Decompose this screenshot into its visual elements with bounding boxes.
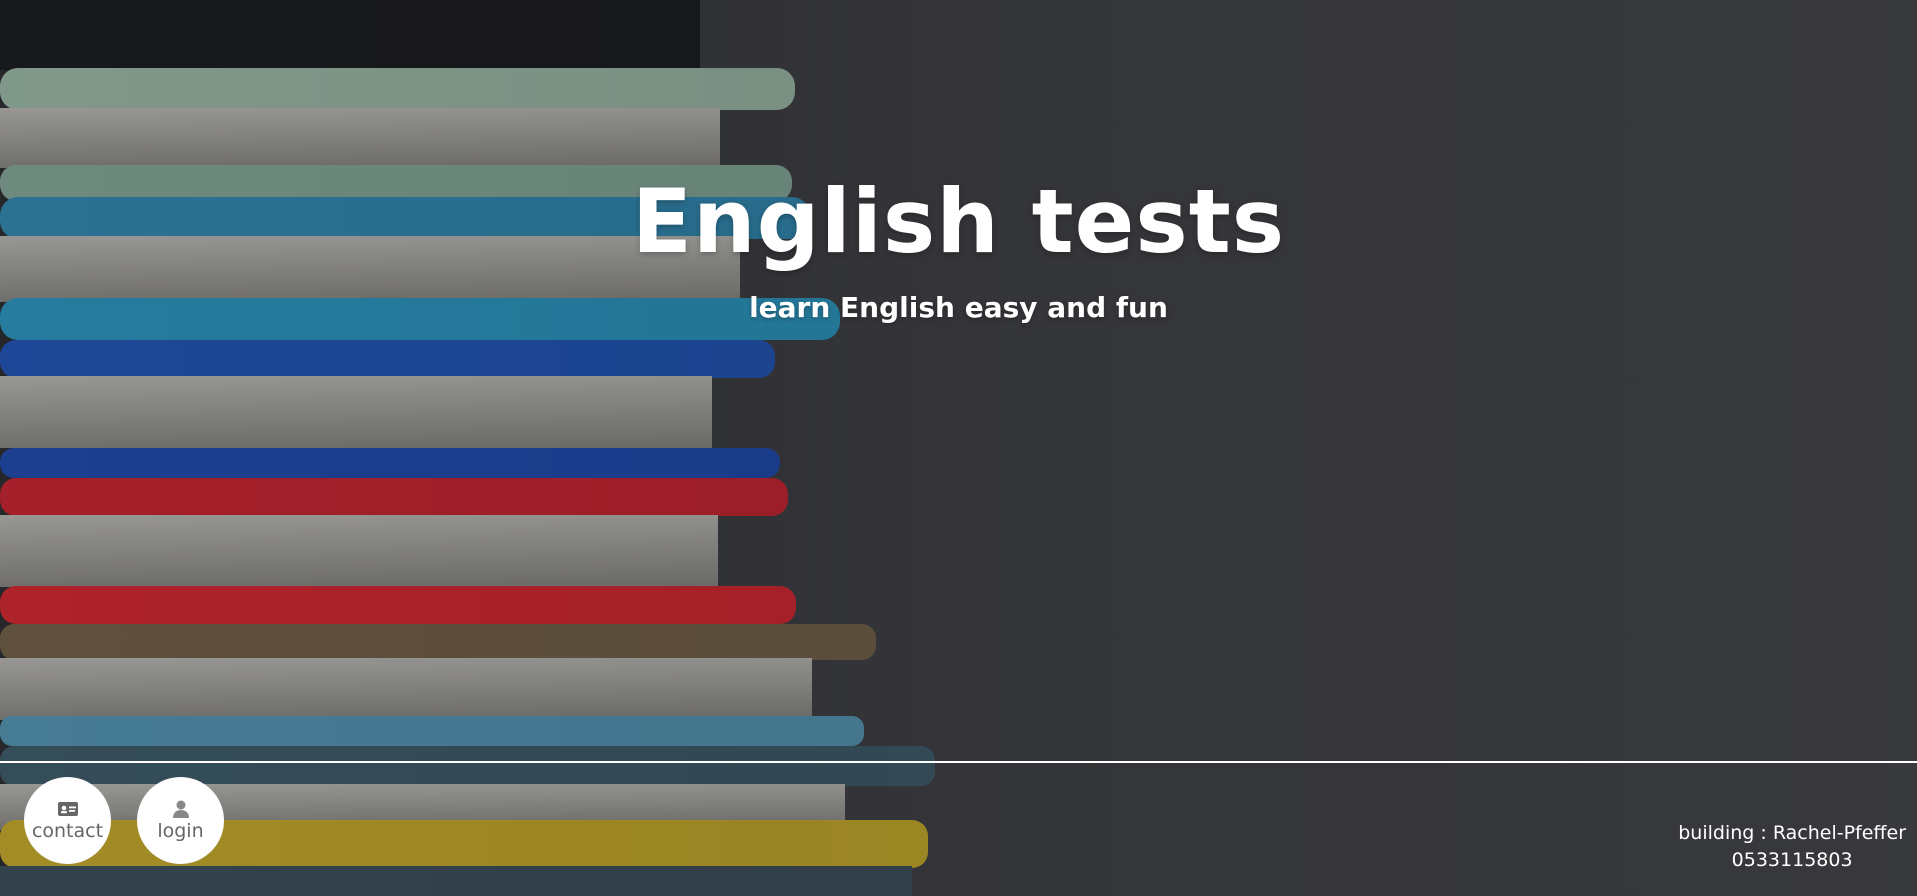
- phone-number: 0533115803: [1731, 849, 1853, 871]
- user-icon: [172, 800, 189, 819]
- footer-divider: [0, 761, 1917, 763]
- building-text: building : Rachel-Pfeffer: [1678, 822, 1906, 844]
- contact-button[interactable]: contact: [24, 777, 111, 864]
- contact-card-icon: [57, 802, 78, 817]
- login-button[interactable]: login: [137, 777, 224, 864]
- page-title: English tests: [631, 170, 1286, 273]
- contact-button-label: contact: [31, 820, 104, 843]
- footer-contact-info: building : Rachel-Pfeffer 0533115803: [1678, 820, 1906, 874]
- login-button-label: login: [157, 820, 204, 843]
- page-subtitle: learn English easy and fun: [749, 291, 1168, 324]
